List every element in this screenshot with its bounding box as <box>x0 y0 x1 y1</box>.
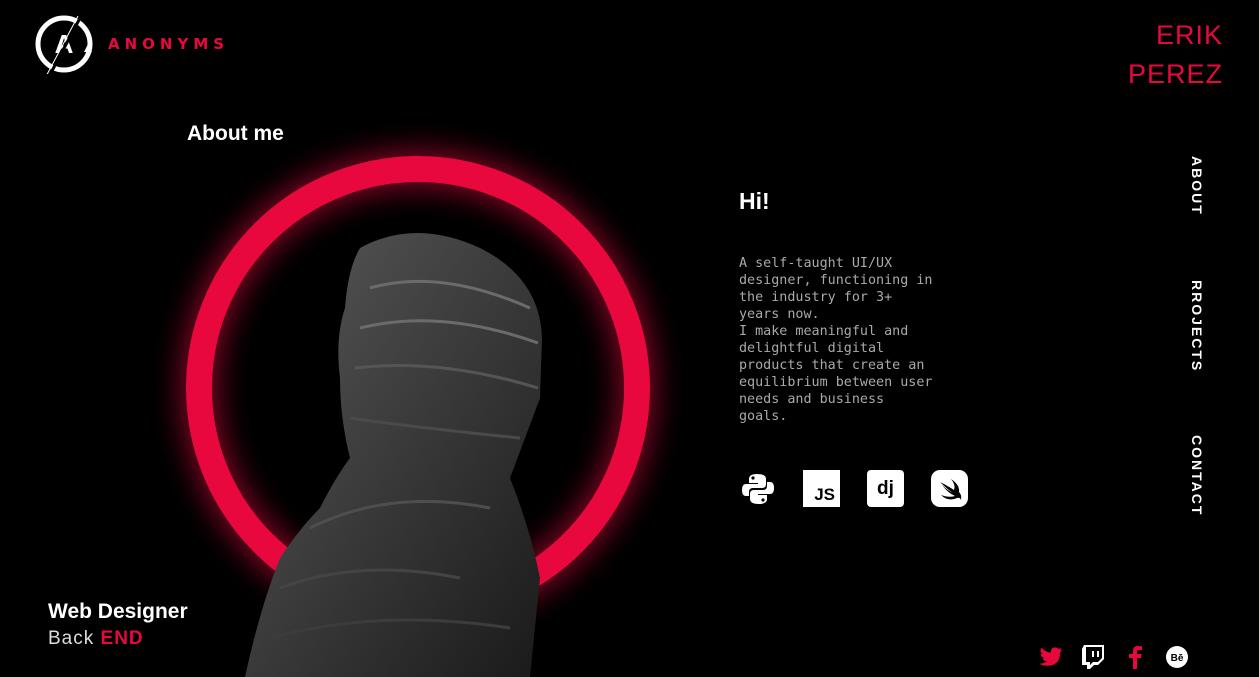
role-block: Web Designer Back END <box>48 600 188 650</box>
behance-icon[interactable]: Bē <box>1164 644 1189 669</box>
swift-icon <box>931 470 968 507</box>
social-links: Bē <box>1038 644 1189 669</box>
about-heading: About me <box>187 122 284 145</box>
greeting: Hi! <box>739 188 770 214</box>
brand-name: ANONYMS <box>108 35 230 53</box>
owner-name: ERIK PEREZ <box>1128 16 1223 94</box>
javascript-icon: JS <box>803 470 840 507</box>
facebook-icon[interactable] <box>1122 644 1147 669</box>
twitter-icon[interactable] <box>1038 644 1063 669</box>
role-sub-prefix: Back <box>48 628 95 649</box>
role-title: Web Designer <box>48 600 188 623</box>
role-subtitle: Back END <box>48 628 188 650</box>
role-sub-accent: END <box>100 628 144 649</box>
hooded-figure-image <box>245 233 542 677</box>
brand-logo[interactable]: A ANONYMS <box>34 14 230 87</box>
owner-last-name: PEREZ <box>1127 59 1223 89</box>
nav-item-contact[interactable]: CONTACT <box>1189 435 1205 516</box>
bio-text: A self-taught UI/UX designer, functionin… <box>739 255 939 425</box>
bio-line-1: A self-taught UI/UX designer, functionin… <box>739 256 933 322</box>
twitch-icon[interactable] <box>1080 644 1105 669</box>
nav-item-projects[interactable]: RROJECTS <box>1189 280 1205 372</box>
django-icon: dj <box>867 470 904 507</box>
bio-line-2: I make meaningful and delightful digital… <box>739 324 933 424</box>
tech-stack: JS dj <box>739 470 968 507</box>
nav-item-about[interactable]: ABOUT <box>1189 156 1205 216</box>
svg-text:Bē: Bē <box>1170 653 1183 664</box>
logo-mark: A <box>34 14 94 87</box>
owner-first-name: ERIK <box>1155 20 1223 50</box>
python-icon <box>739 470 776 507</box>
